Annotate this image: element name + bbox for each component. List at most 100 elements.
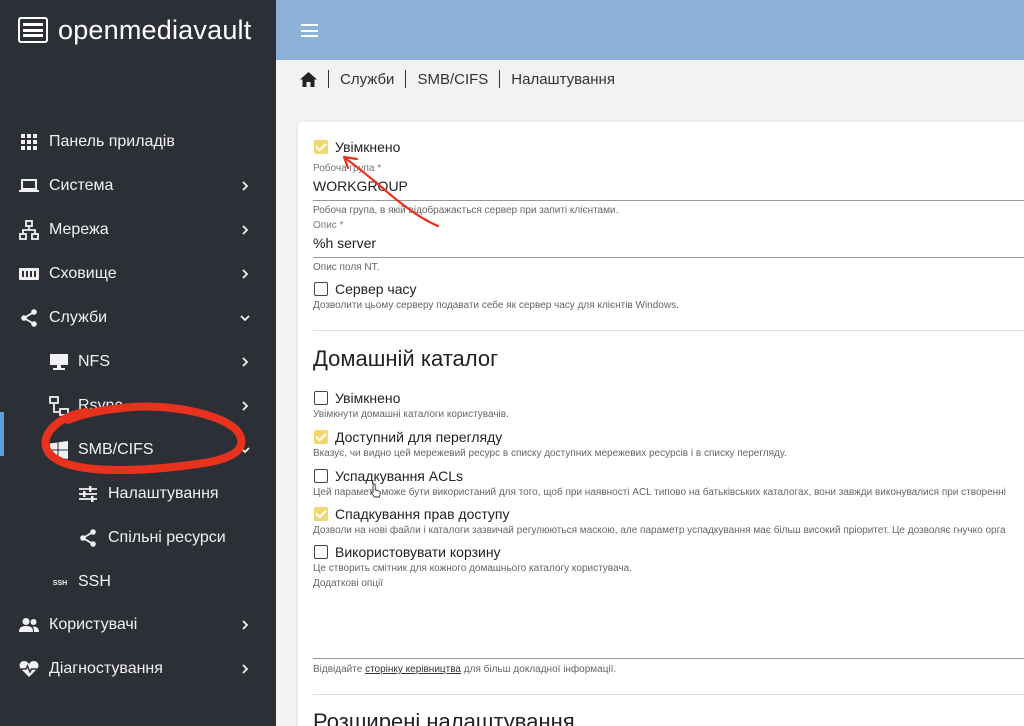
sidebar-item-rsync[interactable]: Rsync	[0, 384, 276, 428]
inherit-permissions-label: Спадкування прав доступу	[335, 506, 510, 522]
sidebar-item-label: Мережа	[49, 221, 109, 238]
users-icon	[19, 615, 39, 635]
time-server-hint: Дозволити цьому серверу подавати себе як…	[313, 300, 679, 311]
breadcrumb-item-smb-cifs[interactable]: SMB/CIFS	[417, 71, 488, 88]
sidebar-item-ssh[interactable]: SSH SSH	[0, 560, 276, 604]
menu-icon[interactable]	[301, 24, 318, 37]
workgroup-input[interactable]: WORKGROUP	[313, 178, 1024, 198]
sidebar-item-label: Діагностування	[49, 660, 163, 677]
description-hint: Опис поля NT.	[313, 262, 380, 273]
network-icon	[19, 220, 39, 240]
workgroup-field-label: Робоча група *	[313, 163, 382, 174]
grid-icon	[19, 132, 39, 152]
sidebar-item-label: NFS	[78, 353, 110, 370]
home-enabled-hint: Увімкнути домашні каталоги користувачів.	[313, 409, 509, 420]
breadcrumb-separator	[405, 70, 407, 88]
chevron-right-icon	[242, 401, 249, 411]
browseable-hint: Вказує, чи видно цей мережевий ресурс в …	[313, 448, 787, 459]
home-enabled-label: Увімкнено	[335, 390, 401, 406]
advanced-section-title: Розширені налаштування	[313, 709, 575, 726]
brand-name: openmediavault	[58, 14, 252, 45]
time-server-checkbox[interactable]	[314, 282, 328, 296]
enabled-checkbox[interactable]	[314, 140, 328, 154]
sidebar-item-label: Сховище	[49, 265, 117, 282]
breadcrumb-separator	[328, 70, 329, 88]
inherit-acls-checkbox[interactable]	[314, 469, 328, 483]
sidebar: openmediavault Панель приладів Система М…	[0, 0, 276, 726]
sidebar-item-label: Користувачі	[49, 616, 138, 633]
sidebar-item-label: SMB/CIFS	[78, 441, 154, 458]
extra-options-underline	[313, 658, 1024, 659]
openmediavault-logo-icon	[18, 17, 48, 43]
home-section-title: Домашній каталог	[313, 346, 499, 371]
chevron-right-icon	[242, 620, 249, 630]
recycle-bin-checkbox[interactable]	[314, 545, 328, 559]
heartbeat-icon	[19, 659, 39, 679]
workgroup-hint: Робоча група, в якій відображається серв…	[313, 205, 619, 216]
nfs-icon	[49, 352, 69, 372]
share-icon	[78, 528, 98, 548]
breadcrumb-item-services[interactable]: Служби	[340, 71, 394, 88]
home-icon[interactable]	[300, 71, 317, 87]
sidebar-item-network[interactable]: Мережа	[0, 208, 276, 252]
sidebar-item-label: Rsync	[78, 397, 123, 414]
sliders-icon	[78, 484, 98, 504]
chevron-right-icon	[242, 269, 249, 279]
enabled-label: Увімкнено	[335, 139, 401, 155]
manual-link[interactable]: сторінку керівництва	[365, 664, 461, 675]
recycle-bin-label: Використовувати корзину	[335, 544, 501, 560]
sidebar-item-users[interactable]: Користувачі	[0, 603, 276, 647]
chevron-down-icon	[240, 447, 250, 454]
chevron-right-icon	[242, 225, 249, 235]
inherit-permissions-hint: Дозволи на нові файли і каталоги зазвича…	[313, 525, 1006, 536]
breadcrumb-item-settings: Налаштування	[511, 70, 615, 88]
breadcrumb: Служби SMB/CIFS Налаштування	[300, 68, 615, 90]
sidebar-item-smb-cifs[interactable]: SMB/CIFS	[0, 428, 276, 472]
description-input[interactable]: %h server	[313, 235, 1024, 255]
chevron-right-icon	[242, 664, 249, 674]
description-underline	[313, 257, 1024, 258]
windows-icon	[49, 440, 69, 460]
home-enabled-checkbox[interactable]	[314, 391, 328, 405]
top-bar	[276, 0, 1024, 60]
chevron-right-icon	[242, 357, 249, 367]
sidebar-item-smb-settings[interactable]: Налаштування	[0, 472, 276, 516]
inherit-acls-hint: Цей параметр може бути використаний для …	[313, 487, 1006, 498]
sidebar-item-system[interactable]: Система	[0, 164, 276, 208]
manual-hint-prefix: Відвідайте	[313, 664, 366, 675]
browseable-checkbox[interactable]	[314, 430, 328, 444]
workgroup-underline	[313, 200, 1024, 201]
sidebar-item-storage[interactable]: Сховище	[0, 252, 276, 296]
description-field-label: Опис *	[313, 220, 344, 231]
brand[interactable]: openmediavault	[0, 0, 276, 60]
manual-hint: Відвідайте сторінку керівництва для біль…	[313, 664, 616, 675]
time-server-label: Сервер часу	[335, 281, 417, 297]
sidebar-item-label: Панель приладів	[49, 133, 175, 150]
svg-text:SSH: SSH	[53, 580, 67, 587]
manual-hint-suffix: для більш докладної інформації.	[461, 664, 617, 675]
sidebar-item-dashboard[interactable]: Панель приладів	[0, 120, 276, 164]
section-divider	[313, 330, 1024, 331]
extra-options-textarea[interactable]	[313, 592, 1024, 658]
sidebar-item-nfs[interactable]: NFS	[0, 340, 276, 384]
sidebar-item-services[interactable]: Служби	[0, 296, 276, 340]
extra-options-label: Додаткові опції	[313, 578, 384, 589]
laptop-icon	[19, 176, 39, 196]
ssh-icon: SSH	[49, 572, 71, 592]
inherit-acls-label: Успадкування ACLs	[335, 468, 464, 484]
section-divider	[313, 694, 1024, 695]
rsync-icon	[49, 396, 69, 416]
sidebar-item-diagnostics[interactable]: Діагностування	[0, 647, 276, 691]
sidebar-item-label: Спільні ресурси	[108, 529, 226, 546]
inherit-permissions-checkbox[interactable]	[314, 507, 328, 521]
sidebar-item-label: Налаштування	[108, 485, 219, 502]
breadcrumb-separator	[499, 70, 501, 88]
chevron-right-icon	[242, 181, 249, 191]
sidebar-item-smb-shares[interactable]: Спільні ресурси	[0, 516, 276, 560]
settings-card: Увімкнено Робоча група * WORKGROUP Робоч…	[298, 122, 1024, 726]
sidebar-item-label: Служби	[49, 309, 108, 326]
sidebar-item-label: SSH	[78, 573, 111, 590]
share-icon	[19, 308, 39, 328]
chevron-down-icon	[240, 315, 250, 322]
sidebar-item-label: Система	[49, 177, 114, 194]
